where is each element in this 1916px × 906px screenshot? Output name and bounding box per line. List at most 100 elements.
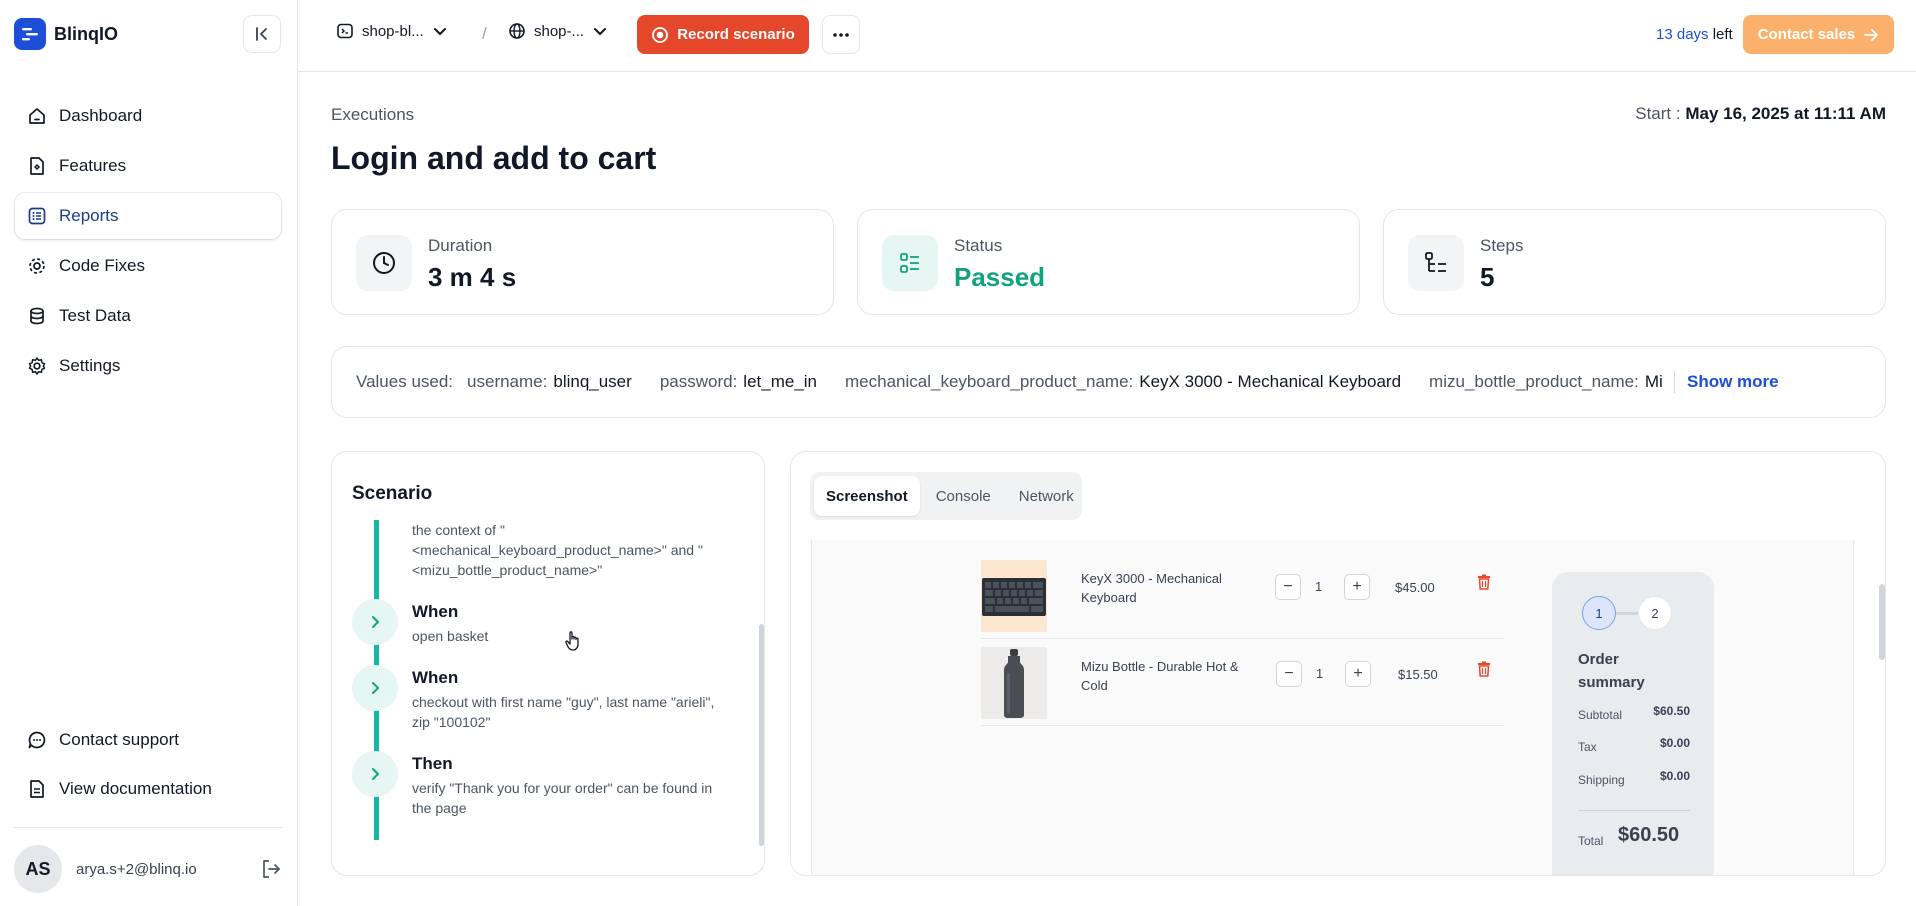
tax-row: Tax $0.00 — [1578, 736, 1690, 754]
increase-qty-button: + — [1345, 661, 1371, 687]
subtotal-value: $60.50 — [1653, 704, 1690, 718]
duration-value: 3 m 4 s — [428, 262, 517, 292]
decrease-qty-button: − — [1275, 574, 1301, 600]
contact-support-link[interactable]: Contact support — [15, 717, 281, 763]
order-summary: 1 2 Order summary Subtotal $60.50 Tax $0.0… — [1552, 572, 1714, 875]
start-time: Start : May 16, 2025 at 11:11 AM — [1635, 104, 1886, 124]
expand-step-button[interactable] — [352, 599, 398, 645]
contact-label: Contact sales — [1757, 26, 1856, 43]
record-scenario-button[interactable]: Record scenario — [637, 15, 809, 54]
value-value: let_me_in — [743, 372, 818, 391]
globe-icon — [509, 23, 525, 39]
expand-step-button[interactable] — [352, 751, 398, 797]
show-more-link[interactable]: Show more — [1687, 372, 1779, 392]
trash-icon — [1477, 661, 1491, 682]
nav-item-code-fixes[interactable]: Code Fixes — [15, 243, 281, 289]
nav-label: Dashboard — [59, 106, 143, 125]
shipping-label: Shipping — [1578, 773, 1625, 787]
tax-value: $0.00 — [1659, 736, 1690, 750]
execution-viewer: Screenshot Console Network KeyX 3000 - M… — [790, 451, 1886, 876]
chevron-down-icon — [433, 28, 446, 35]
more-icon — [833, 32, 849, 37]
status-value: Passed — [954, 262, 1046, 292]
tab-console[interactable]: Console — [924, 476, 1003, 516]
nav-item-test-data[interactable]: Test Data — [15, 293, 281, 339]
gear-icon — [29, 258, 45, 274]
sidebar: BlinqIO Dashboard Features Reports Code … — [0, 0, 298, 906]
scenario-panel: Scenario the context of "<mechanical_key… — [331, 451, 765, 876]
brand-name: BlinqIO — [54, 23, 118, 44]
tab-screenshot[interactable]: Screenshot — [814, 476, 920, 516]
sidebar-footer-links: Contact support View documentation — [15, 717, 281, 815]
environment-selector[interactable]: shop-... — [508, 22, 608, 40]
value-value: Mizu B — [1644, 372, 1662, 391]
more-options-button[interactable] — [822, 15, 860, 54]
nav-item-settings[interactable]: Settings — [15, 343, 281, 389]
nav-label: Features — [59, 156, 127, 175]
nav-item-dashboard[interactable]: Dashboard — [15, 93, 281, 139]
view-documentation-link[interactable]: View documentation — [15, 766, 281, 812]
scenario-title: Scenario — [352, 483, 433, 504]
shipping-value: $0.00 — [1659, 769, 1690, 783]
product-name: KeyX 3000 - Mechanical Keyboard — [1081, 571, 1222, 605]
main-nav: Dashboard Features Reports Code Fixes Te… — [15, 93, 281, 393]
breadcrumb-executions[interactable]: Executions — [331, 105, 414, 125]
tab-network[interactable]: Network — [1007, 476, 1086, 516]
steps-value: 5 — [1480, 262, 1495, 292]
chevron-right-icon — [372, 682, 379, 694]
total-value: $60.50 — [1618, 824, 1680, 846]
expand-step-button[interactable] — [352, 665, 398, 711]
nav-label: View documentation — [59, 779, 212, 798]
logout-icon — [263, 860, 280, 878]
duration-label: Duration — [428, 236, 493, 255]
nav-item-reports[interactable]: Reports — [15, 193, 281, 239]
chevron-down-icon — [594, 28, 607, 35]
clock-icon — [356, 235, 412, 291]
nav-label: Settings — [59, 356, 121, 375]
collapse-sidebar-button[interactable] — [243, 15, 281, 53]
collapse-icon — [256, 27, 267, 41]
value-value: blinq_user — [553, 372, 632, 391]
trial-remaining: 13 days left — [1656, 26, 1733, 43]
logout-button[interactable] — [260, 858, 282, 885]
summary-divider — [1578, 810, 1690, 811]
hand-cursor-icon — [564, 630, 582, 657]
start-label: Start : — [1635, 104, 1681, 123]
brand[interactable]: BlinqIO — [14, 18, 118, 50]
value-key: mizu_bottle_product_name: — [1429, 372, 1639, 391]
sidebar-divider — [14, 827, 282, 828]
price: $45.00 — [1395, 580, 1435, 595]
environment-name: shop-... — [534, 22, 585, 40]
chevron-right-icon — [372, 768, 379, 780]
values-list: Values used: username: blinq_user passwor… — [356, 372, 1662, 392]
topbar: shop-bl... / shop-... Record scenario 13… — [298, 0, 1916, 72]
nav-label: Code Fixes — [59, 256, 145, 275]
step-text: verify "Thank you for your order" can be… — [412, 780, 713, 816]
status-label: Status — [954, 236, 1003, 255]
subtotal-row: Subtotal $60.50 — [1578, 704, 1690, 722]
values-divider — [1674, 371, 1675, 393]
quantity: 1 — [1316, 666, 1324, 681]
nav-item-features[interactable]: Features — [15, 143, 281, 189]
scenario-scrollbar[interactable] — [759, 624, 764, 846]
quantity: 1 — [1315, 579, 1323, 594]
trash-icon — [1477, 574, 1491, 595]
project-selector[interactable]: shop-bl... — [336, 22, 448, 40]
steps-icon — [1408, 235, 1464, 291]
step-text: checkout with first name "guy", last nam… — [412, 694, 715, 730]
settings-icon — [28, 357, 46, 375]
breadcrumb-separator: / — [482, 24, 487, 43]
product-name: Mizu Bottle - Durable Hot & Cold — [1081, 659, 1239, 693]
step-keyword: When — [412, 602, 459, 621]
arrow-right-icon — [1864, 28, 1879, 41]
contact-sales-button[interactable]: Contact sales — [1743, 15, 1894, 54]
user-profile[interactable]: AS arya.s+2@blinq.io — [14, 845, 197, 893]
project-icon — [337, 23, 353, 39]
value-key: username: — [467, 372, 548, 391]
cart-item: KeyX 3000 - Mechanical Keyboard − 1 + $4… — [981, 552, 1504, 639]
features-icon — [30, 157, 44, 175]
avatar: AS — [14, 845, 62, 893]
bottle-image — [981, 647, 1047, 719]
project-name: shop-bl... — [362, 22, 424, 40]
screenshot-scrollbar[interactable] — [1879, 584, 1885, 660]
